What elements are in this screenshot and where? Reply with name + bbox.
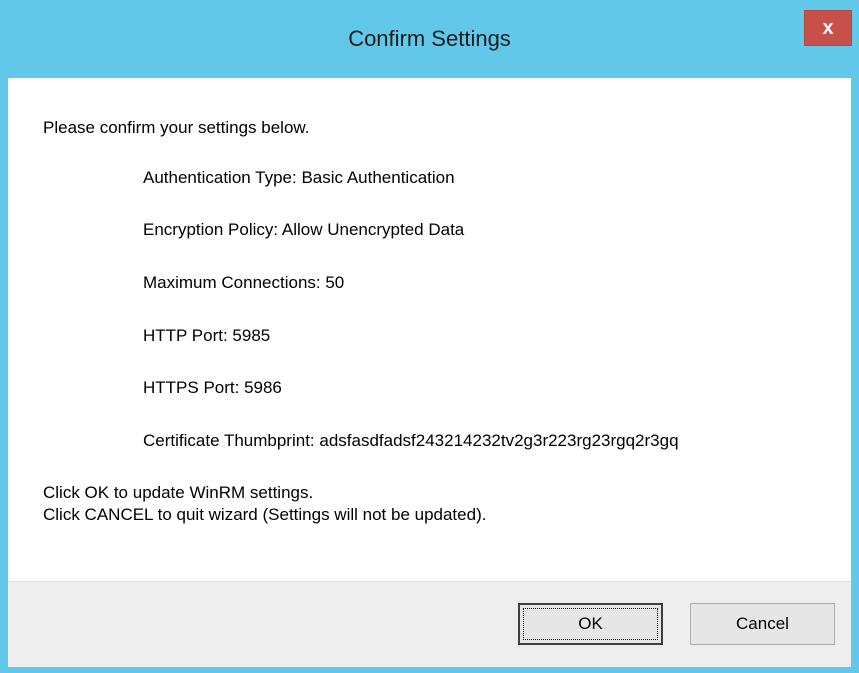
- setting-maximum-connections: Maximum Connections: 50: [143, 273, 345, 292]
- setting-encryption-policy: Encryption Policy: Allow Unencrypted Dat…: [143, 220, 465, 239]
- close-icon: x: [822, 17, 834, 39]
- ok-button[interactable]: OK: [518, 603, 663, 645]
- cancel-button[interactable]: Cancel: [690, 603, 835, 645]
- close-button[interactable]: x: [804, 10, 852, 46]
- footer-cancel-instruction: Click CANCEL to quit wizard (Settings wi…: [43, 505, 487, 524]
- setting-authentication-type: Authentication Type: Basic Authenticatio…: [143, 168, 455, 187]
- dialog-title: Confirm Settings: [348, 26, 511, 51]
- confirm-settings-dialog: Confirm Settings x Please confirm your s…: [0, 0, 859, 673]
- setting-http-port: HTTP Port: 5985: [143, 326, 271, 345]
- footer-ok-instruction: Click OK to update WinRM settings.: [43, 483, 314, 502]
- setting-certificate-thumbprint: Certificate Thumbprint: adsfasdfadsf2432…: [143, 431, 679, 450]
- title-bar[interactable]: Confirm Settings x: [0, 0, 859, 78]
- intro-text: Please confirm your settings below.: [43, 118, 310, 137]
- button-bar: OK Cancel: [8, 581, 851, 667]
- setting-https-port: HTTPS Port: 5986: [143, 378, 282, 397]
- dialog-content: Please confirm your settings below. Auth…: [8, 78, 851, 581]
